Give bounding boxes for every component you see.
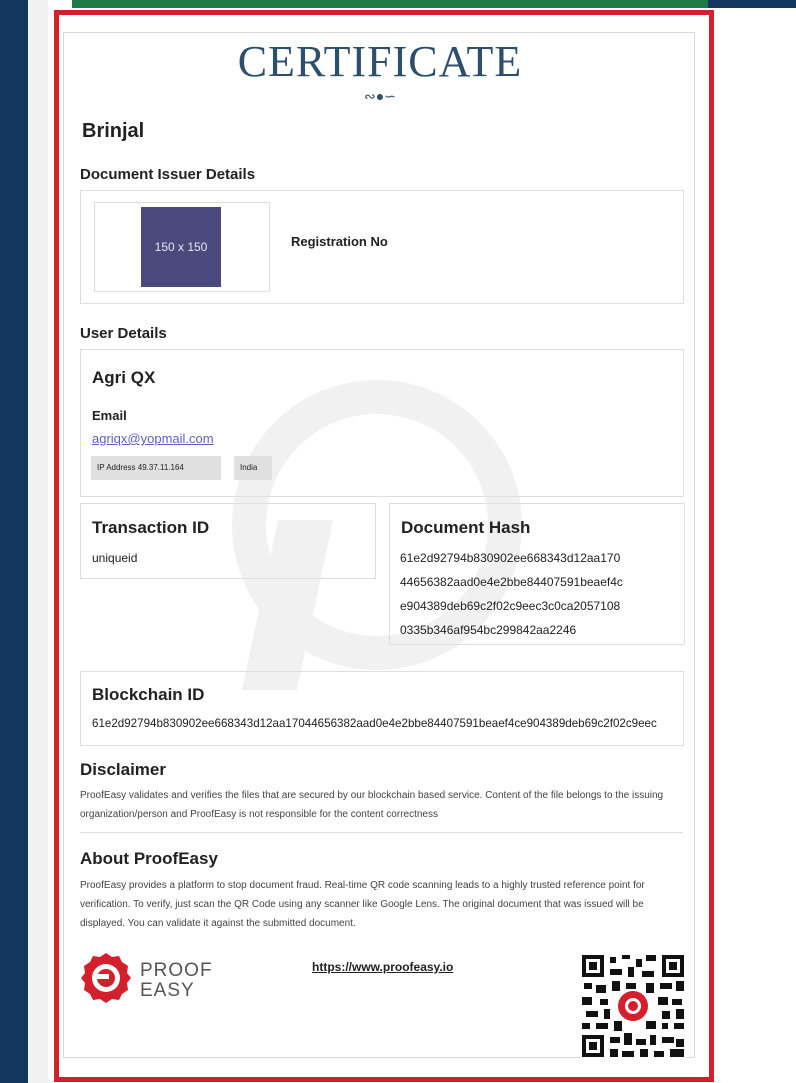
proofeasy-website-link[interactable]: https://www.proofeasy.io [312, 960, 453, 974]
left-margin-band [28, 0, 48, 1083]
document-name: Brinjal [82, 120, 145, 142]
left-background-band [0, 0, 28, 1083]
blockchain-label: Blockchain ID [92, 685, 205, 704]
blockchain-value: 61e2d92794b830902ee668343d12aa1704465638… [92, 717, 657, 730]
registration-label: Registration No [291, 234, 388, 249]
issuer-section-label: Document Issuer Details [80, 166, 256, 183]
disclaimer-text: ProofEasy validates and verifies the fil… [80, 790, 664, 820]
issuer-logo-placeholder: 150 x 150 [141, 207, 221, 287]
email-label: Email [92, 408, 127, 423]
certificate-title: CERTIFICATE [237, 37, 523, 86]
logo-word-proof: PROOF [140, 960, 213, 981]
transaction-label: Transaction ID [92, 518, 210, 537]
about-title: About ProofEasy [80, 849, 218, 868]
title-ornament: ∾●∽ [364, 88, 396, 104]
hash-label: Document Hash [401, 518, 531, 537]
country-badge: India [234, 456, 272, 480]
ip-address-badge: IP Address 49.37.11.164 [91, 456, 221, 480]
section-divider [80, 832, 683, 833]
top-right-band [708, 0, 796, 8]
user-name: Agri QX [92, 368, 156, 387]
hash-line: 44656382aad0e4e2bbe84407591beaef4c [400, 575, 623, 589]
proofeasy-logo-icon [81, 953, 131, 1003]
transaction-value: uniqueid [92, 551, 138, 565]
hash-line: e904389deb69c2f02c9eec3c0ca2057108 [400, 599, 621, 613]
hash-line: 0335b346af954bc299842aa2246 [400, 623, 577, 637]
user-section-label: User Details [80, 325, 167, 342]
logo-word-easy: EASY [140, 980, 195, 1001]
hash-line: 61e2d92794b830902ee668343d12aa170 [400, 551, 621, 565]
about-text: ProofEasy provides a platform to stop do… [80, 880, 645, 929]
user-email-link[interactable]: agriqx@yopmail.com [92, 431, 214, 446]
disclaimer-title: Disclaimer [80, 760, 166, 779]
qr-code[interactable] [580, 953, 686, 1059]
top-accent-band [72, 0, 708, 8]
